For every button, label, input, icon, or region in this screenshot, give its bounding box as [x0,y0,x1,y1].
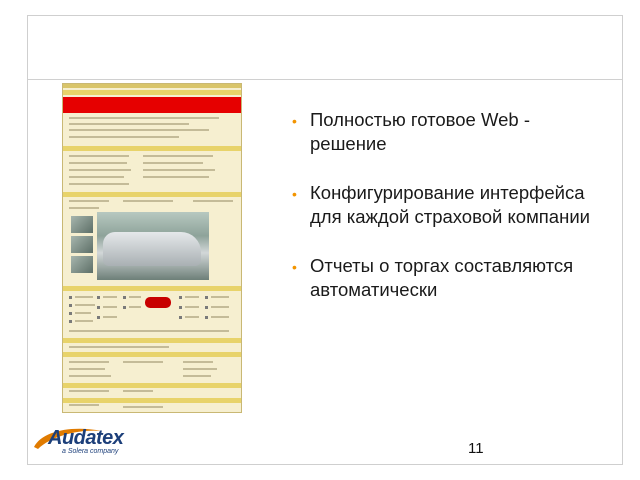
bullet-list: • Полностью готовое Web - решение • Конф… [290,108,590,302]
web-form-screenshot [62,83,242,413]
bullet-icon: • [292,186,297,202]
logo-tagline: a Solera company [62,448,119,455]
page-number: 11 [468,440,484,457]
photo-thumbnail [71,236,93,253]
bullet-item: • Конфигурирование интерфейса для каждой… [290,181,590,229]
bullet-text: Полностью готовое Web - решение [310,109,530,154]
bullet-text: Конфигурирование интерфейса для каждой с… [310,182,590,227]
highlighted-red-row [63,97,241,113]
photo-thumbnail [71,256,93,273]
car-body [103,232,201,266]
photo-thumbnail [71,216,93,233]
logo-wordmark: Audatex [48,427,124,449]
title-divider [28,79,622,80]
bullet-icon: • [292,259,297,275]
bullet-text: Отчеты о торгах составляются автоматичес… [310,255,574,300]
audatex-logo: Audatex a Solera company [32,424,132,458]
bullet-item: • Полностью готовое Web - решение [290,108,590,156]
damage-diagram-car [145,297,171,308]
bullet-icon: • [292,113,297,129]
bullet-item: • Отчеты о торгах составляются автоматич… [290,254,590,302]
